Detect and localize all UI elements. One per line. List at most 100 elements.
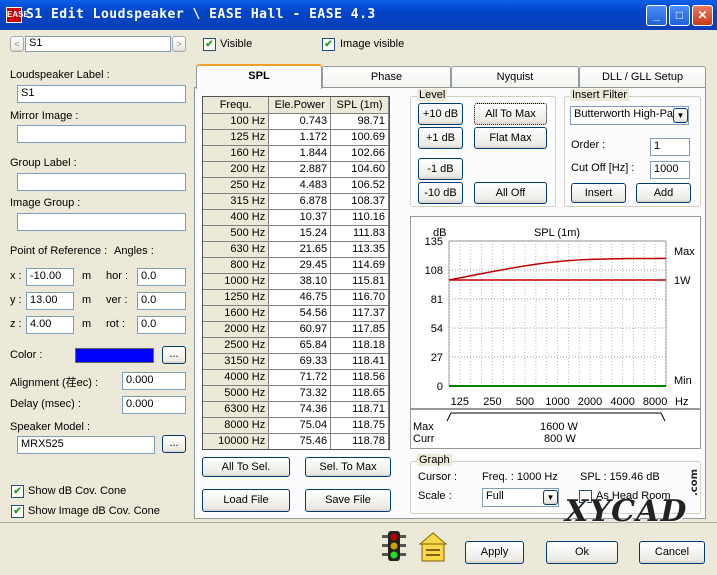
- minimize-button[interactable]: _: [646, 5, 667, 26]
- cell-spl[interactable]: 118.78: [330, 433, 389, 449]
- group-label-input[interactable]: [17, 173, 186, 191]
- cell-spl[interactable]: 117.85: [330, 321, 389, 338]
- table-row[interactable]: 1000 Hz 38.10 115.81: [203, 273, 389, 290]
- cell-power[interactable]: 75.04: [268, 417, 332, 434]
- mirror-image-input[interactable]: [17, 125, 186, 143]
- cell-power[interactable]: 21.65: [268, 241, 332, 258]
- tab-phase[interactable]: Phase: [322, 66, 451, 87]
- plus-1db-button[interactable]: +1 dB: [418, 127, 463, 149]
- loudspeaker-label-input[interactable]: S1: [17, 85, 186, 103]
- cell-spl[interactable]: 118.71: [330, 401, 389, 418]
- minus-10db-button[interactable]: -10 dB: [418, 182, 463, 204]
- cell-spl[interactable]: 98.71: [330, 113, 389, 130]
- cell-freq[interactable]: 6300 Hz: [203, 401, 270, 418]
- cell-spl[interactable]: 104.60: [330, 161, 389, 178]
- title-bar[interactable]: EASE S1 Edit Loudspeaker \ EASE Hall - E…: [0, 0, 717, 30]
- cell-power[interactable]: 54.56: [268, 305, 332, 322]
- cell-power[interactable]: 10.37: [268, 209, 332, 226]
- cell-freq[interactable]: 8000 Hz: [203, 417, 270, 434]
- cell-spl[interactable]: 113.35: [330, 241, 389, 258]
- hor-input[interactable]: 0.0: [137, 268, 186, 286]
- cell-freq[interactable]: 125 Hz: [203, 129, 270, 146]
- table-row[interactable]: 160 Hz 1.844 102.66: [203, 145, 389, 162]
- cell-spl[interactable]: 100.69: [330, 129, 389, 146]
- cell-freq[interactable]: 630 Hz: [203, 241, 270, 258]
- table-row[interactable]: 6300 Hz 74.36 118.71: [203, 401, 389, 418]
- header-spl[interactable]: SPL (1m): [330, 97, 389, 114]
- cell-freq[interactable]: 400 Hz: [203, 209, 270, 226]
- cell-freq[interactable]: 2500 Hz: [203, 337, 270, 354]
- speaker-model-browse-button[interactable]: ...: [162, 435, 186, 453]
- cell-power[interactable]: 2.887: [268, 161, 332, 178]
- y-input[interactable]: 13.00: [26, 292, 74, 310]
- table-row[interactable]: 200 Hz 2.887 104.60: [203, 161, 389, 178]
- table-row[interactable]: 4000 Hz 71.72 118.56: [203, 369, 389, 386]
- table-row[interactable]: 8000 Hz 75.04 118.75: [203, 417, 389, 434]
- cell-power[interactable]: 4.483: [268, 177, 332, 194]
- all-to-sel-button[interactable]: All To Sel.: [202, 457, 290, 477]
- load-file-button[interactable]: Load File: [202, 489, 290, 512]
- cell-spl[interactable]: 118.75: [330, 417, 389, 434]
- filter-type-select[interactable]: Butterworth High-Pass: [570, 106, 689, 125]
- table-row[interactable]: 125 Hz 1.172 100.69: [203, 129, 389, 146]
- cell-freq[interactable]: 500 Hz: [203, 225, 270, 242]
- table-row[interactable]: 1600 Hz 54.56 117.37: [203, 305, 389, 322]
- ok-button[interactable]: Ok: [546, 541, 618, 564]
- rot-input[interactable]: 0.0: [137, 316, 186, 334]
- cell-power[interactable]: 60.97: [268, 321, 332, 338]
- cell-freq[interactable]: 315 Hz: [203, 193, 270, 210]
- traffic-light-icon[interactable]: [378, 529, 410, 565]
- cell-spl[interactable]: 111.83: [330, 225, 389, 242]
- cell-freq[interactable]: 4000 Hz: [203, 369, 270, 386]
- color-picker-button[interactable]: ...: [162, 346, 186, 364]
- ver-input[interactable]: 0.0: [137, 292, 186, 310]
- sel-to-max-button[interactable]: Sel. To Max: [305, 457, 391, 477]
- table-row[interactable]: 400 Hz 10.37 110.16: [203, 209, 389, 226]
- cell-spl[interactable]: 110.16: [330, 209, 389, 226]
- cell-power[interactable]: 1.844: [268, 145, 332, 162]
- cell-power[interactable]: 1.172: [268, 129, 332, 146]
- tab-nyquist[interactable]: Nyquist: [451, 66, 579, 87]
- cell-power[interactable]: 75.46: [268, 433, 332, 449]
- cell-freq[interactable]: 800 Hz: [203, 257, 270, 274]
- cell-power[interactable]: 69.33: [268, 353, 332, 370]
- filter-type-dropdown-button[interactable]: ▼: [673, 108, 688, 123]
- header-ele-power[interactable]: Ele.Power: [268, 97, 332, 114]
- cell-freq[interactable]: 2000 Hz: [203, 321, 270, 338]
- cell-power[interactable]: 65.84: [268, 337, 332, 354]
- speaker-nav-field[interactable]: S1: [25, 36, 171, 52]
- cell-power[interactable]: 74.36: [268, 401, 332, 418]
- header-frequ[interactable]: Frequ.: [203, 97, 270, 114]
- table-row[interactable]: 315 Hz 6.878 108.37: [203, 193, 389, 210]
- table-row[interactable]: 3150 Hz 69.33 118.41: [203, 353, 389, 370]
- cell-power[interactable]: 71.72: [268, 369, 332, 386]
- show-image-db-cov-cone-checkbox[interactable]: ✔: [11, 505, 24, 518]
- cell-freq[interactable]: 1600 Hz: [203, 305, 270, 322]
- table-row[interactable]: 800 Hz 29.45 114.69: [203, 257, 389, 274]
- next-speaker-button[interactable]: >: [172, 36, 186, 52]
- cell-freq[interactable]: 1250 Hz: [203, 289, 270, 306]
- cell-power[interactable]: 29.45: [268, 257, 332, 274]
- cell-freq[interactable]: 200 Hz: [203, 161, 270, 178]
- z-input[interactable]: 4.00: [26, 316, 74, 334]
- table-row[interactable]: 10000 Hz 75.46 118.78: [203, 433, 389, 449]
- cell-spl[interactable]: 118.65: [330, 385, 389, 402]
- table-row[interactable]: 630 Hz 21.65 113.35: [203, 241, 389, 258]
- table-row[interactable]: 2500 Hz 65.84 118.18: [203, 337, 389, 354]
- show-db-cov-cone-checkbox[interactable]: ✔: [11, 485, 24, 498]
- table-row[interactable]: 1250 Hz 46.75 116.70: [203, 289, 389, 306]
- cell-freq[interactable]: 5000 Hz: [203, 385, 270, 402]
- speaker-model-input[interactable]: MRX525: [17, 436, 155, 454]
- prev-speaker-button[interactable]: <: [10, 36, 24, 52]
- minus-1db-button[interactable]: -1 dB: [418, 158, 463, 180]
- close-button[interactable]: ✕: [692, 5, 713, 26]
- cell-spl[interactable]: 117.37: [330, 305, 389, 322]
- all-to-max-button[interactable]: All To Max: [474, 103, 547, 125]
- color-swatch[interactable]: [75, 348, 154, 363]
- cell-spl[interactable]: 118.18: [330, 337, 389, 354]
- cell-spl[interactable]: 102.66: [330, 145, 389, 162]
- insert-filter-button[interactable]: Insert: [571, 183, 626, 203]
- image-visible-checkbox[interactable]: ✔: [322, 38, 335, 51]
- cell-power[interactable]: 46.75: [268, 289, 332, 306]
- cell-freq[interactable]: 1000 Hz: [203, 273, 270, 290]
